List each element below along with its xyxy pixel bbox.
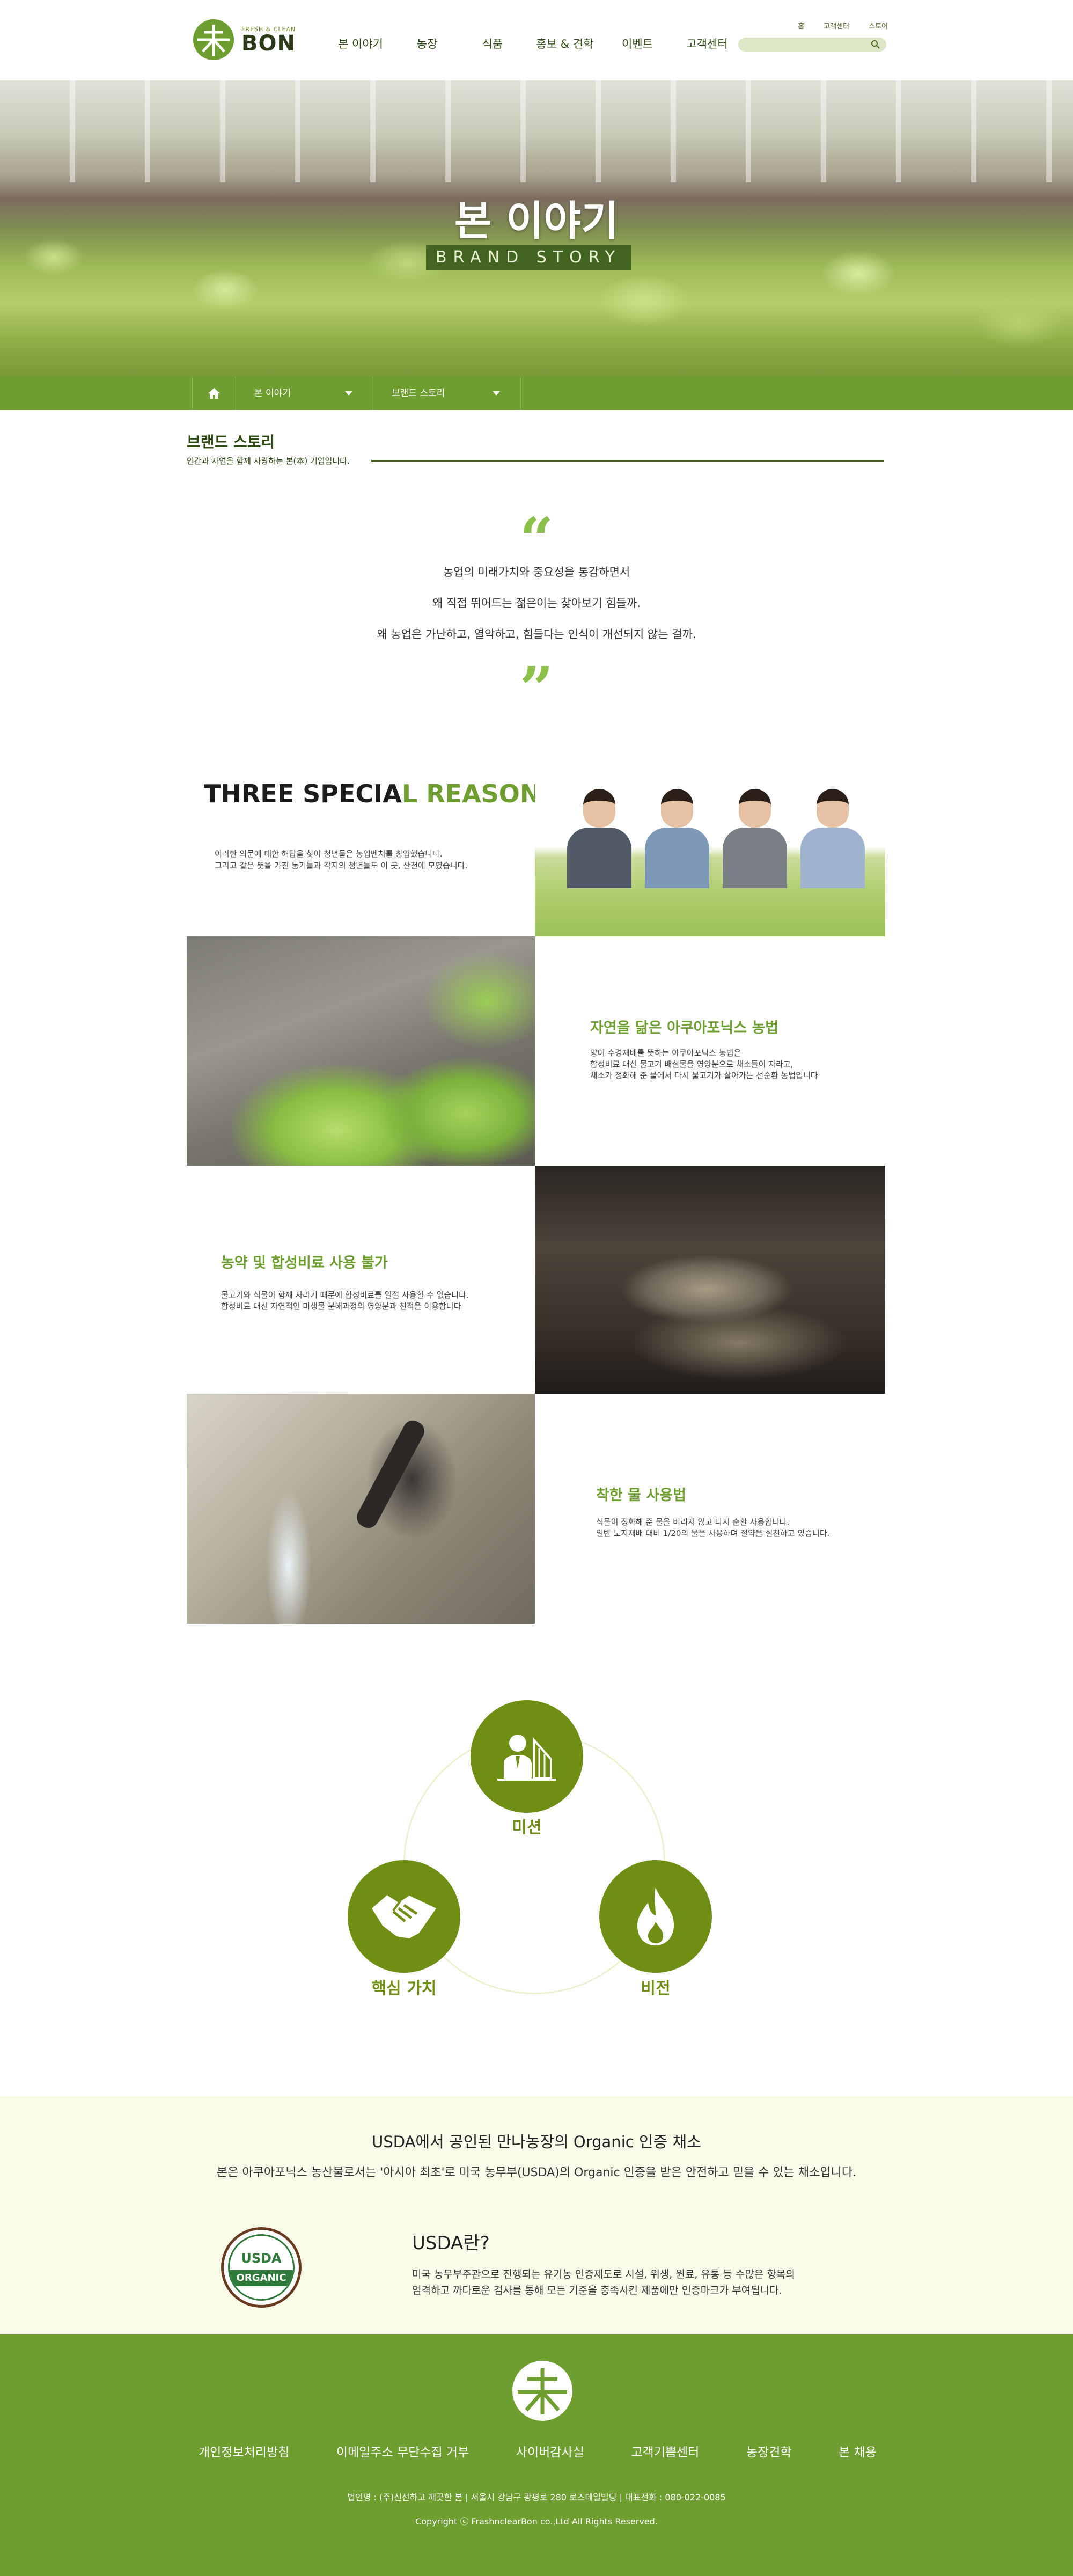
home-button[interactable] [192, 377, 236, 410]
location-depth1-label: 본 이야기 [254, 388, 291, 399]
reasons-title-dark: THREE SPECIA [204, 779, 402, 808]
person-image [567, 789, 631, 888]
nav-item-pr-tour[interactable]: 홍보 & 견학 [525, 35, 605, 52]
vision-circle [599, 1860, 712, 1973]
pipe-image [353, 1417, 428, 1532]
quote-line: 왜 직접 뛰어드는 젊은이는 찾아보기 힘들까. [432, 597, 641, 610]
util-support-link[interactable]: 고객센터 [824, 20, 849, 31]
reason-text: 식물이 정화해 준 물을 버리지 않고 다시 순환 사용합니다. 일반 노지재배… [596, 1517, 829, 1539]
reason-text-line: 채소가 정화해 준 물에서 다시 물고기가 살아가는 선순환 농법입니다 [590, 1071, 818, 1080]
footer-link-farm-tour[interactable]: 농장견학 [746, 2442, 792, 2460]
seal-text-top: USDA [241, 2251, 282, 2266]
util-store-link[interactable]: 스토어 [869, 20, 888, 31]
site-footer: 개인정보처리방침 이메일주소 무단수집 거부 사이버감사실 고객기쁨센터 농장견… [0, 2334, 1073, 2576]
reason-text-line: 일반 노지재배 대비 1/20의 물을 사용하며 절약을 실천하고 있습니다. [596, 1528, 830, 1538]
logo-wordmark: BON [241, 31, 296, 56]
usda-what-title: USDA란? [412, 2233, 490, 2254]
footer-menu: 개인정보처리방침 이메일주소 무단수집 거부 사이버감사실 고객기쁨센터 농장견… [199, 2442, 877, 2460]
person-image [645, 789, 709, 888]
location-bar: 본 이야기 브랜드 스토리 [0, 377, 1073, 410]
reasons-intro-line: 이러한 의문에 대한 해답을 찾아 청년들은 농업벤처를 창업했습니다. [215, 849, 443, 859]
home-icon [208, 388, 220, 399]
footer-link-careers[interactable]: 본 채용 [839, 2442, 877, 2460]
team-photo [535, 749, 885, 936]
main-nav: 본 이야기 농장 식품 홍보 & 견학 이벤트 고객센터 [327, 35, 745, 52]
brand-logo[interactable]: FRESH & CLEAN BON [192, 18, 296, 61]
reason-heading: 자연을 닮은 아쿠아포닉스 농법 [590, 1020, 779, 1036]
hero-banner: 본 이야기 BRAND STORY [0, 80, 1073, 377]
person-image [723, 789, 787, 888]
search-input[interactable] [738, 38, 886, 52]
reason-text: 물고기와 식물이 함께 자라기 때문에 합성비료를 일절 사용할 수 없습니다.… [221, 1290, 469, 1312]
usda-subtitle: 본은 아쿠아포닉스 농산물로서는 '아시아 최초'로 미국 농무부(USDA)의… [216, 2166, 857, 2179]
footer-link-audit[interactable]: 사이버감사실 [516, 2442, 584, 2460]
footer-logo-icon [512, 2361, 572, 2421]
company-info: 법인명 : (주)신선하고 깨끗한 본 | 서울시 강남구 광평로 280 로즈… [347, 2492, 726, 2502]
page-title: 브랜드 스토리 [187, 433, 275, 451]
greenhouse-roof-image [0, 80, 1073, 182]
usda-organic-seal-icon: USDA ORGANIC [221, 2227, 302, 2308]
reasons-intro-line: 그리고 같은 뜻을 가진 동기들과 각지의 청년들도 이 곳, 산천에 모였습니… [215, 861, 468, 870]
close-quote-icon: ” [519, 654, 554, 723]
hero-subtitle: BRAND STORY [426, 245, 631, 270]
page-description: 인간과 자연을 함께 사랑하는 본(本) 기업입니다. [187, 456, 350, 466]
reason-text: 양어 수경재배를 뜻하는 아쿠아포닉스 농법은 합성비료 대신 물고기 배설물을… [590, 1048, 818, 1081]
location-depth2-select[interactable]: 브랜드 스토리 [373, 377, 521, 410]
hero-title: 본 이야기 [454, 197, 619, 245]
search-icon[interactable] [870, 39, 881, 50]
nav-item-farm[interactable]: 농장 [394, 35, 460, 52]
reason-heading: 착한 물 사용법 [596, 1487, 686, 1504]
footer-link-email-policy[interactable]: 이메일주소 무단수집 거부 [336, 2442, 469, 2460]
flame-icon [637, 1887, 674, 1945]
reason-text-line: 합성비료 대신 물고기 배설물을 영양분으로 채소들이 자라고, [590, 1059, 793, 1069]
vision-label: 비전 [641, 1979, 671, 1998]
footer-link-customer[interactable]: 고객기쁨센터 [631, 2442, 699, 2460]
reason-text-line: 합성비료 대신 자연적인 미생물 분해과정의 영양분과 천적을 이용합니다 [221, 1301, 461, 1311]
nav-item-story[interactable]: 본 이야기 [327, 35, 394, 52]
mission-label: 미션 [512, 1818, 542, 1837]
mission-circle [471, 1700, 583, 1813]
handshake-icon [372, 1893, 436, 1938]
util-home-link[interactable]: 홈 [798, 20, 804, 31]
water-pipe-photo [187, 1394, 535, 1624]
site-header: FRESH & CLEAN BON 본 이야기 농장 식품 홍보 & 견학 이벤… [0, 0, 1073, 80]
copyright: Copyright ⓒ FrashnclearBon co.,Ltd All R… [415, 2516, 658, 2527]
reasons-intro: 이러한 의문에 대한 해답을 찾아 청년들은 농업벤처를 창업했습니다. 그리고… [215, 848, 467, 872]
location-depth1-select[interactable]: 본 이야기 [236, 377, 373, 410]
usda-title: USDA에서 공인된 만나농장의 Organic 인증 채소 [372, 2133, 701, 2151]
footer-link-privacy[interactable]: 개인정보처리방침 [199, 2442, 289, 2460]
nav-item-support[interactable]: 고객센터 [670, 35, 745, 52]
open-quote-icon: “ [519, 504, 554, 574]
aquaponics-lettuce-photo [187, 936, 535, 1166]
reason-text-line: 양어 수경재배를 뜻하는 아쿠아포닉스 농법은 [590, 1048, 741, 1058]
usda-body-line: 엄격하고 까다로운 검사를 통해 모든 기준을 충족시킨 제품에만 인증마크가 … [412, 2285, 782, 2296]
chevron-down-icon [493, 391, 500, 396]
reasons-title: THREE SPECIAL REASONS [204, 779, 558, 808]
title-divider [371, 460, 884, 462]
location-depth2-label: 브랜드 스토리 [392, 388, 445, 399]
reason-text-line: 식물이 정화해 준 물을 버리지 않고 다시 순환 사용합니다. [596, 1517, 790, 1527]
usda-body-line: 미국 농무부주관으로 진행되는 유기농 인증제도로 시설, 위생, 원료, 유통… [412, 2268, 795, 2280]
building-person-icon [497, 1735, 556, 1781]
quote-line: 왜 농업은 가난하고, 열악하고, 힘들다는 인식이 개선되지 않는 걸까. [377, 628, 696, 641]
seal-text-band: ORGANIC [230, 2270, 293, 2286]
core-value-label: 핵심 가치 [371, 1979, 437, 1998]
logo-leaf-icon [193, 19, 234, 60]
usda-what-body: 미국 농무부주관으로 진행되는 유기농 인증제도로 시설, 위생, 원료, 유통… [412, 2266, 795, 2299]
nav-item-event[interactable]: 이벤트 [605, 35, 670, 52]
utility-links: 홈 고객센터 스토어 [798, 20, 888, 31]
quote-line: 농업의 미래가치와 중요성을 통감하면서 [443, 566, 630, 579]
nav-item-food[interactable]: 식품 [460, 35, 525, 52]
chevron-down-icon [345, 391, 352, 396]
person-image [800, 789, 865, 888]
core-value-circle [348, 1860, 460, 1973]
reason-heading: 농약 및 합성비료 사용 불가 [221, 1255, 388, 1271]
reason-text-line: 물고기와 식물이 함께 자라기 때문에 합성비료를 일절 사용할 수 없습니다. [221, 1290, 469, 1300]
fish-tank-photo [535, 1166, 885, 1394]
